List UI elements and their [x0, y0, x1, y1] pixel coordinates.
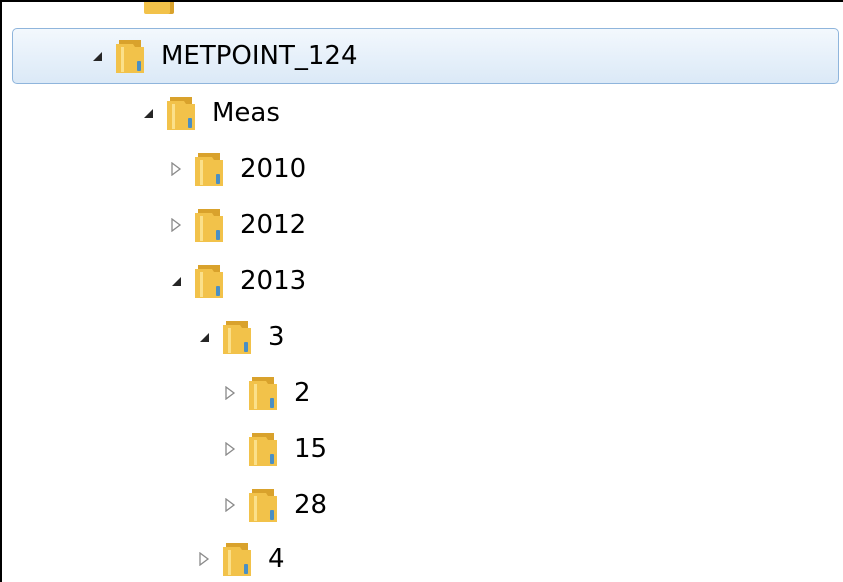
tree-item-meas[interactable]: Meas: [2, 86, 843, 140]
partial-folder-icon: [142, 2, 176, 16]
tree-item-label: 15: [294, 434, 328, 464]
tree-item-2[interactable]: 2: [2, 366, 843, 420]
expanded-triangle-icon[interactable]: [138, 103, 158, 123]
tree-item-label: METPOINT_124: [161, 41, 358, 71]
expanded-triangle-icon[interactable]: [166, 271, 186, 291]
tree-item-4[interactable]: 4: [2, 532, 843, 582]
collapsed-triangle-icon[interactable]: [220, 495, 240, 515]
folder-tree-panel: METPOINT_124 Meas 2010 2012 2013 3 2 15 …: [0, 0, 843, 582]
tree-item-label: 4: [268, 544, 285, 574]
expanded-triangle-icon[interactable]: [87, 46, 107, 66]
collapsed-triangle-icon[interactable]: [166, 215, 186, 235]
folder-icon: [246, 430, 280, 468]
folder-icon: [220, 318, 254, 356]
tree-item-28[interactable]: 28: [2, 478, 843, 532]
expanded-triangle-icon[interactable]: [194, 327, 214, 347]
tree-item-label: 3: [268, 322, 285, 352]
tree-item-15[interactable]: 15: [2, 422, 843, 476]
folder-icon: [164, 94, 198, 132]
folder-icon: [246, 486, 280, 524]
folder-icon: [192, 262, 226, 300]
tree-item-label: 2013: [240, 266, 307, 296]
tree-item-label: 2010: [240, 154, 307, 184]
tree-item-label: 28: [294, 490, 328, 520]
collapsed-triangle-icon[interactable]: [220, 439, 240, 459]
folder-icon: [192, 150, 226, 188]
folder-icon: [246, 374, 280, 412]
collapsed-triangle-icon[interactable]: [166, 159, 186, 179]
tree-item-2010[interactable]: 2010: [2, 142, 843, 196]
tree-item-2012[interactable]: 2012: [2, 198, 843, 252]
tree-item-2013[interactable]: 2013: [2, 254, 843, 308]
tree-item-label: Meas: [212, 98, 280, 128]
collapsed-triangle-icon[interactable]: [220, 383, 240, 403]
tree-item-label: 2012: [240, 210, 307, 240]
folder-icon: [192, 206, 226, 244]
tree-item-metpoint-124[interactable]: METPOINT_124: [12, 28, 839, 84]
tree-item-3[interactable]: 3: [2, 310, 843, 364]
folder-icon: [220, 540, 254, 578]
tree-item-label: 2: [294, 378, 311, 408]
folder-icon: [113, 37, 147, 75]
collapsed-triangle-icon[interactable]: [194, 549, 214, 569]
